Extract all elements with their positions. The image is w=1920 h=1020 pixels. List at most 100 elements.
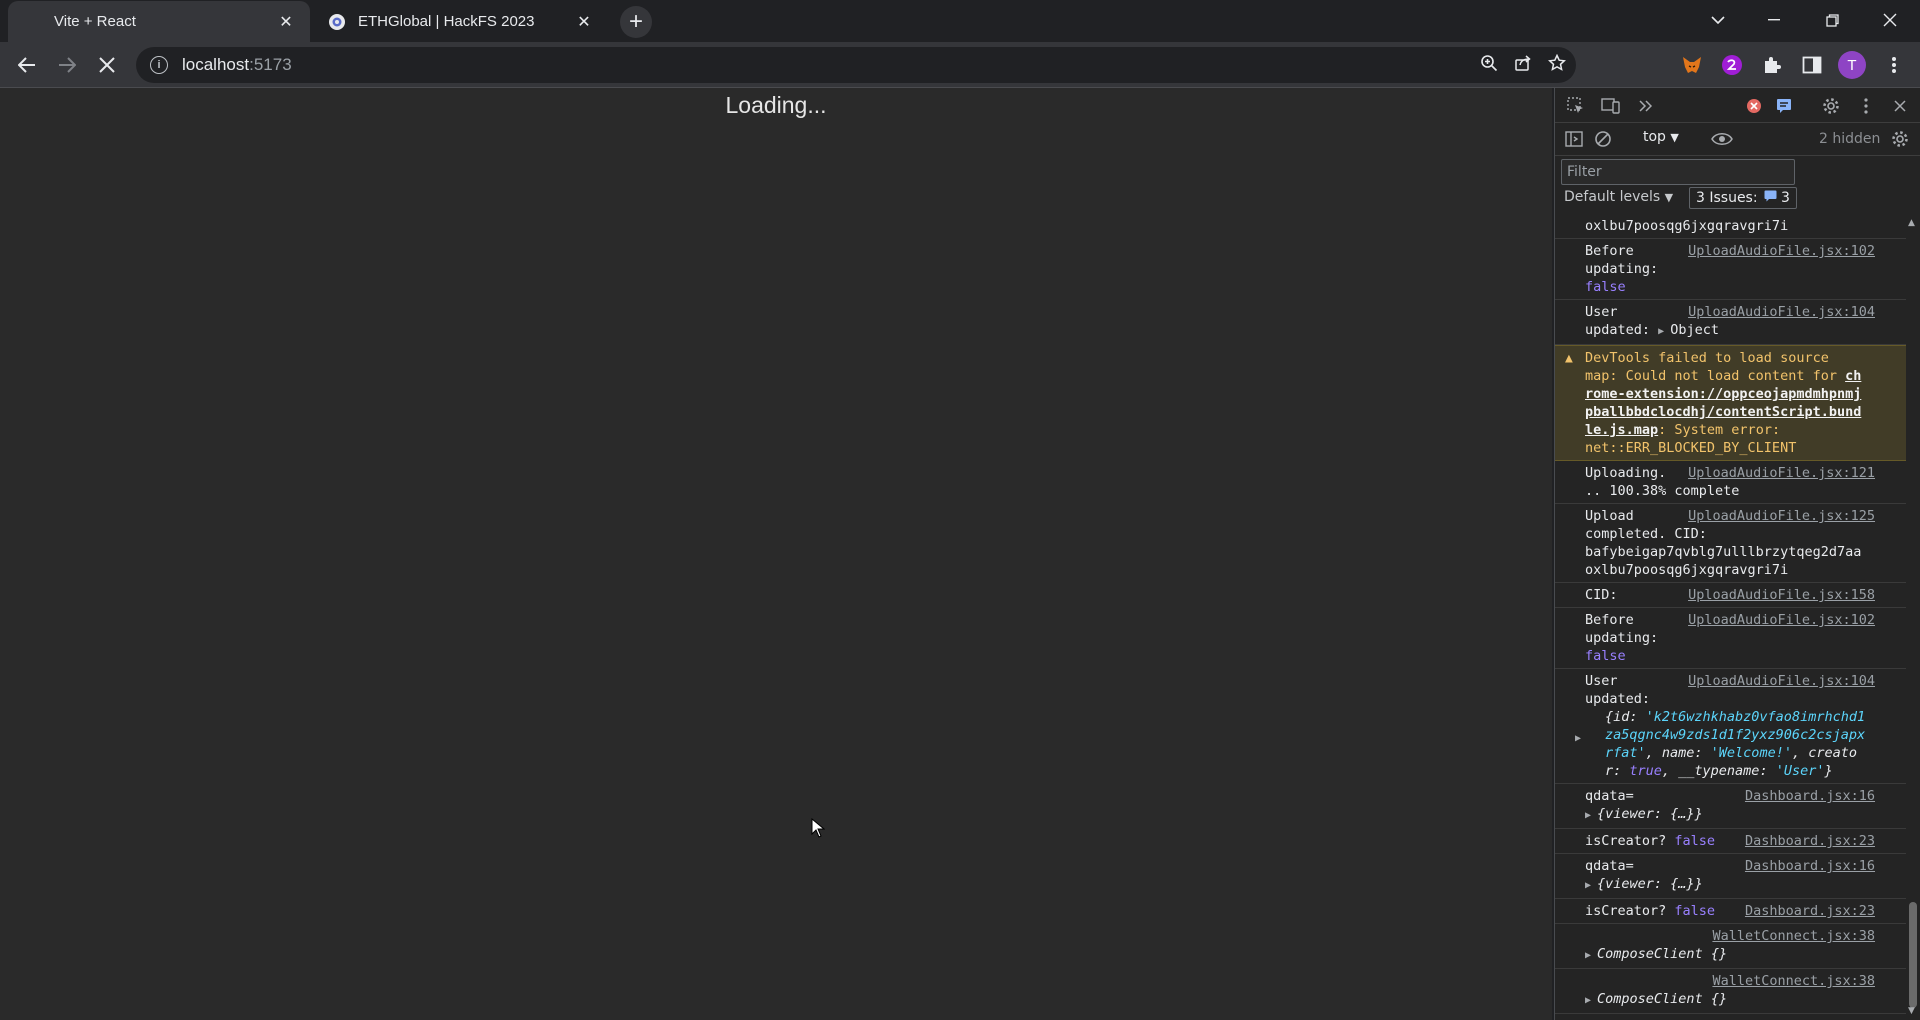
expand-triangle-icon[interactable]: ▶ — [1585, 807, 1591, 825]
source-link[interactable]: UploadAudioFile.jsx:158 — [1688, 586, 1875, 604]
restore-icon[interactable] — [1810, 0, 1854, 40]
issues-button[interactable]: 3 Issues: 3 — [1689, 187, 1797, 209]
source-link[interactable]: Dashboard.jsx:23 — [1745, 902, 1875, 920]
new-tab-button[interactable]: + — [620, 6, 652, 38]
clear-console-icon[interactable] — [1592, 128, 1614, 150]
source-link[interactable]: WalletConnect.jsx:38 — [1712, 972, 1875, 990]
address-bar[interactable]: i localhost:5173 — [136, 47, 1576, 83]
tab-title: ETHGlobal | HackFS 2023 — [358, 13, 535, 30]
issues-badge: 3 — [1764, 190, 1790, 206]
source-map-link[interactable]: pballbbdclocdhj/contentScript.bund — [1585, 404, 1861, 420]
site-info-icon[interactable]: i — [150, 56, 168, 74]
console-message: CID: UploadAudioFile.jsx:158 — [1555, 583, 1907, 608]
log-levels-dropdown[interactable]: Default levels ▼ — [1564, 189, 1673, 205]
console-message: Upload completed. CID: bafybeigap7qvblg7… — [1555, 504, 1907, 583]
live-expression-eye-icon[interactable] — [1709, 128, 1735, 150]
console-warning: ▲ DevTools failed to load source map: Co… — [1555, 345, 1907, 461]
context-selector[interactable]: top ▼ — [1643, 129, 1679, 145]
object-preview[interactable]: {viewer: {…}} — [1597, 876, 1703, 892]
ethglobal-favicon-icon — [328, 13, 346, 31]
warning-icon: ▲ — [1565, 351, 1573, 366]
console-message: isCreator? false Dashboard.jsx:23 — [1555, 829, 1907, 854]
expand-triangle-icon[interactable]: ▶ — [1575, 730, 1581, 748]
source-link[interactable]: Dashboard.jsx:16 — [1745, 787, 1875, 805]
more-tabs-icon[interactable] — [1635, 95, 1657, 117]
console-messages: oxlbu7poosqg6jxgqravgri7i Before updatin… — [1555, 216, 1907, 1020]
source-link[interactable]: UploadAudioFile.jsx:121 — [1688, 464, 1875, 482]
object-preview[interactable]: ComposeClient {} — [1597, 991, 1727, 1007]
side-panel-icon[interactable] — [1798, 51, 1826, 79]
back-button[interactable] — [11, 49, 43, 81]
devtools-settings-icon[interactable] — [1820, 95, 1842, 117]
source-link[interactable]: UploadAudioFile.jsx:102 — [1688, 242, 1875, 260]
mouse-cursor-icon — [811, 818, 825, 838]
share-icon[interactable] — [1514, 54, 1532, 77]
console-message: qdata= ▶ {viewer: {…}} Dashboard.jsx:16 — [1555, 854, 1907, 899]
console-scrollbar[interactable]: ▲ ▼ — [1906, 216, 1920, 1020]
tab-ethglobal[interactable]: ETHGlobal | HackFS 2023 ✕ — [312, 1, 608, 42]
source-map-link[interactable]: ch — [1845, 368, 1861, 384]
close-tab-icon[interactable]: ✕ — [276, 12, 296, 32]
object-preview[interactable]: ▶ {id: 'k2t6wzhkhabz0vfao8imrhchd1 za5qg… — [1575, 708, 1903, 780]
tab-search-icon[interactable] — [1696, 0, 1740, 40]
object-preview[interactable]: {viewer: {…}} — [1597, 806, 1703, 822]
expand-triangle-icon[interactable]: ▶ — [1658, 323, 1664, 341]
inspect-element-icon[interactable] — [1565, 95, 1587, 117]
source-map-link[interactable]: rome-extension://oppceojapmdmhpnmj — [1585, 386, 1861, 402]
source-link[interactable]: UploadAudioFile.jsx:125 — [1688, 507, 1875, 525]
close-devtools-icon[interactable] — [1889, 95, 1911, 117]
console-message: oxlbu7poosqg6jxgqravgri7i — [1555, 216, 1907, 239]
omnibox-actions — [1480, 47, 1567, 83]
source-link[interactable]: Dashboard.jsx:16 — [1745, 857, 1875, 875]
devtools-panel: top ▼ 2 hidden Filter Default levels ▼ 3… — [1554, 88, 1920, 1020]
tab-vite-react[interactable]: Vite + React ✕ — [8, 1, 310, 42]
source-link[interactable]: WalletConnect.jsx:38 — [1712, 927, 1875, 945]
show-sidebar-icon[interactable] — [1563, 128, 1585, 150]
source-link[interactable]: Dashboard.jsx:23 — [1745, 832, 1875, 850]
loading-text: Loading... — [725, 92, 827, 118]
url-text[interactable]: localhost:5173 — [182, 55, 292, 75]
expand-triangle-icon[interactable]: ▶ — [1585, 992, 1591, 1010]
zoom-icon[interactable] — [1480, 54, 1498, 77]
source-link[interactable]: UploadAudioFile.jsx:104 — [1688, 672, 1875, 690]
device-toolbar-icon[interactable] — [1600, 95, 1622, 117]
forward-button[interactable] — [51, 49, 83, 81]
source-map-link[interactable]: le.js.map — [1585, 422, 1658, 438]
browser-toolbar: i localhost:5173 T — [0, 42, 1920, 88]
tab-title: Vite + React — [54, 13, 136, 30]
console-message: User updated: ▶ Object UploadAudioFile.js… — [1555, 300, 1907, 345]
messages-badge-icon[interactable] — [1773, 95, 1795, 117]
profile-avatar[interactable]: T — [1838, 51, 1866, 79]
object-preview[interactable]: ComposeClient {} — [1597, 946, 1727, 962]
console-filter-input[interactable]: Filter — [1561, 159, 1795, 185]
extension-purple-icon[interactable] — [1718, 51, 1746, 79]
scrollbar-thumb[interactable] — [1909, 902, 1917, 1008]
scroll-up-icon[interactable]: ▲ — [1908, 218, 1915, 228]
hidden-count: 2 hidden — [1819, 131, 1881, 147]
errors-badge-icon[interactable] — [1743, 95, 1765, 117]
scroll-down-icon[interactable]: ▼ — [1908, 1006, 1915, 1016]
issue-message-icon — [1764, 190, 1777, 202]
close-tab-icon[interactable]: ✕ — [574, 12, 594, 32]
expand-triangle-icon[interactable]: ▶ — [1585, 947, 1591, 965]
source-link[interactable]: UploadAudioFile.jsx:102 — [1688, 611, 1875, 629]
console-toolbar: top ▼ 2 hidden — [1555, 123, 1920, 156]
console-message: Uploading. .. 100.38% complete UploadAud… — [1555, 461, 1907, 504]
console-message: User updated: UploadAudioFile.jsx:104 ▶ … — [1555, 669, 1907, 784]
devtools-menu-icon[interactable] — [1855, 95, 1877, 117]
bookmark-star-icon[interactable] — [1547, 53, 1567, 77]
metamask-extension-icon[interactable] — [1678, 51, 1706, 79]
console-prompt-input[interactable]: › — [1555, 1014, 1907, 1020]
minimize-icon[interactable] — [1752, 0, 1796, 40]
extensions-puzzle-icon[interactable] — [1758, 51, 1786, 79]
browser-menu-icon[interactable] — [1880, 51, 1908, 79]
console-message: Before updating: false UploadAudioFile.j… — [1555, 608, 1907, 669]
expand-triangle-icon[interactable]: ▶ — [1585, 877, 1591, 895]
stop-loading-button[interactable] — [91, 49, 123, 81]
page-viewport: Loading... — [0, 88, 1552, 1020]
devtools-header — [1555, 88, 1920, 123]
console-settings-icon[interactable] — [1889, 128, 1911, 150]
object-preview[interactable]: Object — [1670, 322, 1719, 338]
source-link[interactable]: UploadAudioFile.jsx:104 — [1688, 303, 1875, 321]
close-window-icon[interactable] — [1868, 0, 1912, 40]
